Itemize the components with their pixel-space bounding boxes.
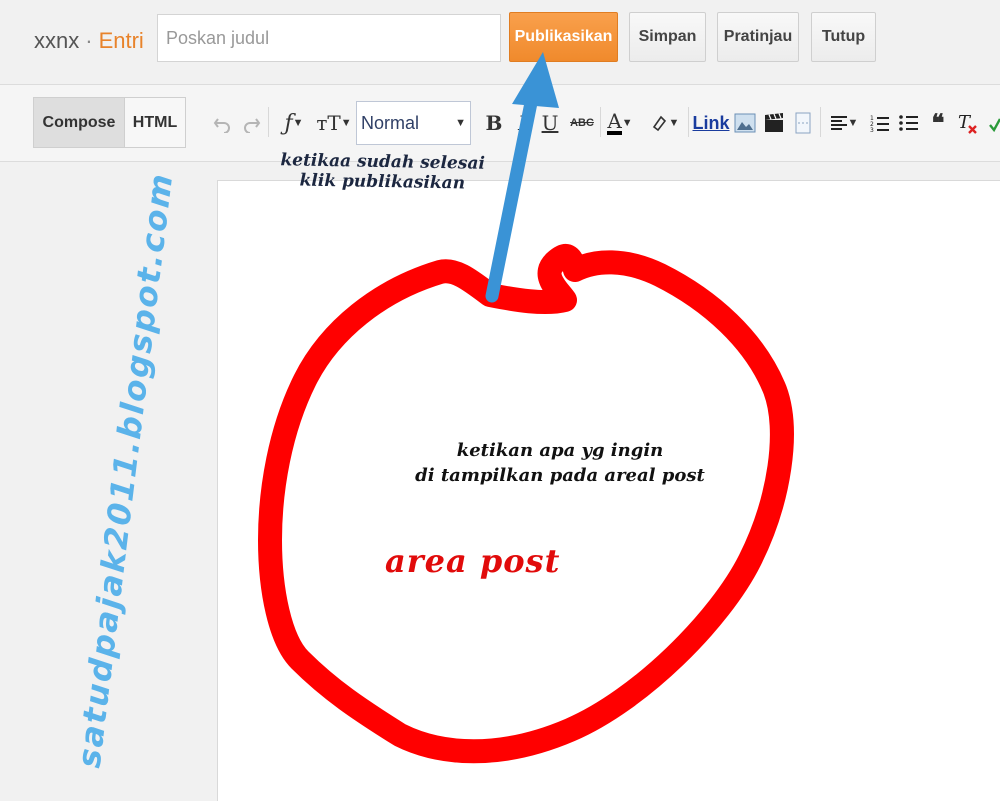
preview-button[interactable]: Pratinjau	[717, 12, 799, 62]
svg-text:3: 3	[870, 127, 874, 133]
quote-icon[interactable]: ❝	[926, 105, 950, 141]
svg-text:T: T	[958, 112, 972, 133]
font-size-select[interactable]: Normal ▼	[356, 101, 471, 145]
top-header: xxnx·Entri Publikasikan Simpan Pratinjau…	[0, 0, 1000, 85]
highlight-color-icon[interactable]: ▼	[646, 105, 682, 141]
jump-break-icon[interactable]	[791, 105, 815, 141]
blog-watermark: satudpajak2011.blogspot.com	[69, 170, 181, 770]
link-button[interactable]: Link	[693, 105, 730, 141]
bulleted-list-icon[interactable]	[897, 105, 921, 141]
area-post-label: area post	[385, 542, 561, 580]
font-family-icon[interactable]: ƒ ▼	[276, 105, 312, 141]
editor-toolbar: Compose HTML ƒ ▼ ᴛT ▼ Normal ▼ B I U ABC A…	[0, 85, 1000, 162]
remove-format-icon[interactable]: T	[956, 105, 980, 141]
brand-title: xxnx · Entri	[34, 28, 144, 54]
undo-icon[interactable]	[210, 105, 234, 141]
blog-name[interactable]: xxnx	[34, 28, 79, 53]
compose-mode-button[interactable]: Compose	[33, 97, 125, 148]
post-editor-area[interactable]	[217, 180, 1000, 801]
font-size-value: Normal	[361, 112, 420, 133]
italic-icon[interactable]: I	[512, 105, 532, 141]
toolbar-separator	[268, 107, 269, 137]
brand-separator: ·	[85, 28, 93, 53]
save-button[interactable]: Simpan	[629, 12, 706, 62]
spellcheck-icon[interactable]	[988, 105, 1000, 141]
bold-icon[interactable]: B	[484, 105, 504, 141]
strikethrough-icon[interactable]: ABC	[568, 105, 596, 141]
chevron-down-icon: ▼	[455, 117, 466, 129]
post-note-line-1: ketikan apa yg ingin	[456, 440, 664, 461]
post-note-line-2: di tampilkan pada areal post	[415, 465, 705, 486]
publish-instruction-note: ketikaa sudah selesai klik publikasikan	[240, 150, 526, 195]
toolbar-separator	[820, 107, 821, 137]
close-button[interactable]: Tutup	[811, 12, 876, 62]
video-icon[interactable]	[762, 105, 786, 141]
text-color-icon[interactable]: A ▼	[604, 105, 636, 141]
redo-icon[interactable]	[240, 105, 264, 141]
html-mode-button[interactable]: HTML	[124, 97, 186, 148]
post-instruction-note: ketikan apa yg ingin di tampilkan pada a…	[380, 438, 740, 488]
toolbar-separator	[688, 107, 689, 137]
post-title-input[interactable]	[157, 14, 501, 62]
align-icon[interactable]: ▼	[826, 105, 862, 141]
numbered-list-icon[interactable]: 123	[868, 105, 892, 141]
font-size-icon[interactable]: ᴛT ▼	[316, 105, 352, 141]
underline-icon[interactable]: U	[540, 105, 560, 141]
toolbar-separator	[600, 107, 601, 137]
section-name: Entri	[98, 28, 144, 53]
image-icon[interactable]	[733, 105, 757, 141]
publish-button[interactable]: Publikasikan	[509, 12, 618, 62]
